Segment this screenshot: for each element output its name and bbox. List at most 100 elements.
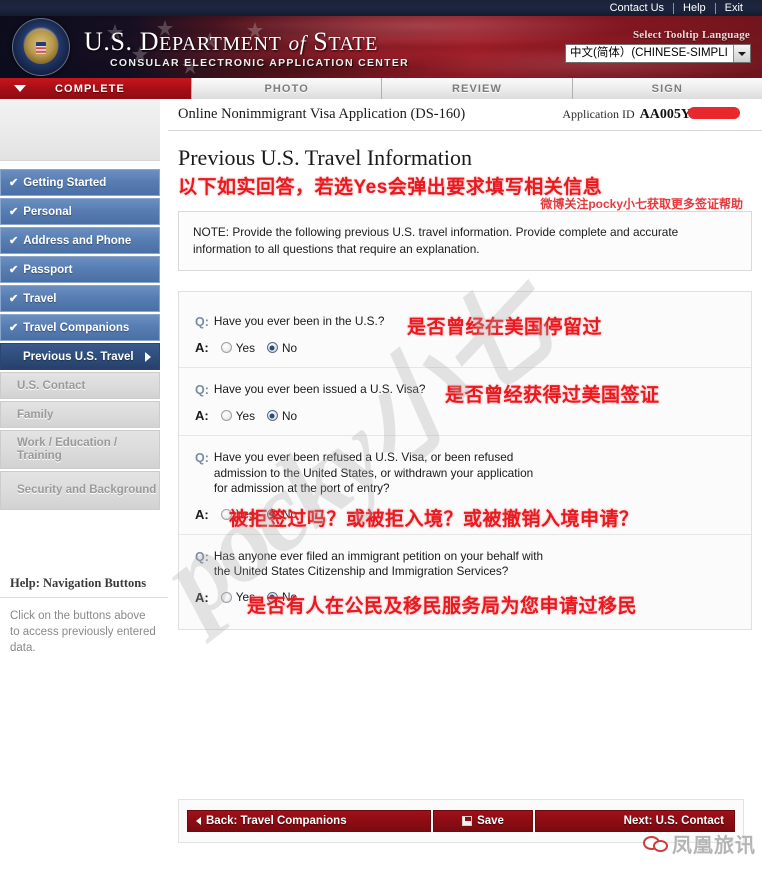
check-icon: ✔ — [9, 322, 19, 334]
state-department-seal-icon — [12, 18, 70, 76]
tab-label: PHOTO — [264, 82, 309, 95]
caret-down-icon — [14, 85, 26, 92]
arrow-left-icon — [196, 817, 201, 825]
sidebar-item-personal[interactable]: ✔ Personal — [0, 198, 160, 225]
page-title: Previous U.S. Travel Information — [178, 145, 472, 170]
department-title: U.S. DEPARTMENT of STATE — [84, 27, 379, 56]
sidebar-item-passport[interactable]: ✔ Passport — [0, 256, 160, 283]
sidebar-item-family[interactable]: Family — [0, 401, 160, 428]
check-icon: ✔ — [9, 293, 19, 305]
radio-group: Yes No — [220, 507, 309, 521]
floppy-disk-icon — [462, 816, 473, 826]
sidebar-item-security-and-background[interactable]: Security and Background — [0, 471, 160, 510]
sidebar-item-label: Getting Started — [23, 176, 107, 189]
language-selected-value: 中文(简体）(CHINESE-SIMPLI — [570, 47, 728, 59]
question-block-issued-visa: Q: Have you ever been issued a U.S. Visa… — [179, 367, 751, 435]
radio-no[interactable]: No — [266, 340, 298, 355]
tab-photo[interactable]: PHOTO — [192, 78, 383, 99]
contact-us-link[interactable]: Contact Us — [601, 0, 673, 16]
sidebar-item-label: Address and Phone — [23, 234, 132, 247]
tab-complete[interactable]: COMPLETE — [0, 78, 192, 99]
site-banner: U.S. DEPARTMENT of STATE CONSULAR ELECTR… — [0, 16, 762, 78]
chevron-right-icon — [145, 351, 151, 362]
radio-label: No — [281, 340, 298, 355]
radio-yes[interactable]: Yes — [220, 408, 255, 423]
radio-yes[interactable]: Yes — [220, 507, 255, 521]
radio-icon — [266, 342, 278, 353]
sidebar-item-us-contact[interactable]: U.S. Contact — [0, 372, 160, 399]
radio-no[interactable]: No — [266, 408, 298, 423]
body-area: ✔ Getting Started ✔ Personal ✔ Address a… — [0, 99, 762, 870]
help-text: Click on the buttons above to access pre… — [10, 610, 156, 654]
save-button[interactable]: Save — [433, 810, 533, 832]
back-button[interactable]: Back: Travel Companions — [187, 810, 431, 832]
help-block: Help: Navigation Buttons Click on the bu… — [0, 576, 168, 656]
radio-group: Yes No — [220, 590, 309, 604]
radio-yes[interactable]: Yes — [220, 590, 255, 604]
radio-label: Yes — [235, 340, 255, 355]
sidebar-item-address-and-phone[interactable]: ✔ Address and Phone — [0, 227, 160, 254]
sidebar-item-label: Travel Companions — [23, 321, 130, 334]
chinese-instruction-annotation: 以下如实回答，若选Yes会弹出要求填写相关信息 — [178, 177, 603, 198]
next-button[interactable]: Next: U.S. Contact — [535, 810, 735, 832]
question-block-been-in-us: Q: Have you ever been in the U.S.? A: Ye… — [179, 300, 751, 367]
bottom-strip — [0, 856, 762, 870]
answer-tag: A: — [195, 589, 209, 605]
tab-label: SIGN — [651, 82, 683, 95]
sidebar-item-label: Security and Background — [17, 484, 157, 496]
sidebar-item-work-education-training[interactable]: Work / Education / Training — [0, 430, 160, 469]
sidebar-item-label: Previous U.S. Travel — [23, 350, 134, 363]
radio-no[interactable]: No — [266, 507, 297, 521]
question-text: Have you ever been refused a U.S. Visa, … — [213, 450, 534, 495]
chevron-down-icon[interactable] — [733, 45, 750, 62]
redaction-bar — [688, 107, 740, 119]
application-id-block: Application ID AA005Y — [562, 106, 740, 123]
answer-row: A: Yes No — [195, 340, 751, 355]
sidebar-item-travel[interactable]: ✔ Travel — [0, 285, 160, 312]
radio-icon — [266, 591, 278, 603]
sidebar-item-label: Family — [17, 408, 54, 421]
sidebar-top-panel — [0, 99, 160, 161]
radio-icon — [220, 508, 232, 520]
radio-icon — [266, 508, 278, 520]
save-button-label: Save — [477, 815, 504, 827]
weibo-annotation: 微博关注pocky小七获取更多签证帮助 — [540, 197, 743, 211]
form-navigation-bar: Back: Travel Companions Save Next: U.S. … — [178, 799, 744, 843]
sidebar-item-travel-companions[interactable]: ✔ Travel Companions — [0, 314, 160, 341]
answer-tag: A: — [195, 340, 209, 355]
application-id-label: Application ID — [562, 107, 635, 121]
application-bar: Online Nonimmigrant Visa Application (DS… — [168, 99, 762, 131]
radio-no[interactable]: No — [266, 590, 297, 604]
note-text: NOTE: Provide the following previous U.S… — [193, 225, 679, 256]
sidebar-item-getting-started[interactable]: ✔ Getting Started — [0, 169, 160, 196]
sidebar-item-label: U.S. Contact — [17, 379, 86, 392]
radio-yes[interactable]: Yes — [220, 340, 255, 355]
check-icon: ✔ — [9, 177, 19, 189]
help-title: Help: Navigation Buttons — [0, 576, 168, 598]
sidebar-item-previous-us-travel[interactable]: Previous U.S. Travel — [0, 343, 160, 370]
question-tag: Q: — [195, 383, 209, 397]
radio-icon — [220, 591, 232, 603]
radio-label: Yes — [235, 507, 255, 521]
radio-icon — [220, 410, 232, 421]
tab-review[interactable]: REVIEW — [382, 78, 573, 99]
radio-icon — [266, 410, 278, 421]
tab-sign[interactable]: SIGN — [572, 78, 762, 99]
question-block-immigrant-petition: Q: Has anyone ever filed an immigrant pe… — [179, 533, 751, 617]
department-subtitle: CONSULAR ELECTRONIC APPLICATION CENTER — [110, 57, 410, 69]
sidebar: ✔ Getting Started ✔ Personal ✔ Address a… — [0, 99, 168, 870]
tab-label: REVIEW — [451, 82, 502, 95]
sidebar-item-label: Passport — [23, 263, 73, 276]
tooltip-language-select[interactable]: 中文(简体）(CHINESE-SIMPLI — [565, 44, 751, 63]
exit-link[interactable]: Exit — [716, 0, 752, 16]
check-icon: ✔ — [9, 235, 19, 247]
radio-label: No — [281, 408, 298, 423]
radio-label: Yes — [235, 590, 255, 604]
back-button-label: Back: Travel Companions — [206, 815, 347, 827]
sidebar-nav-list: ✔ Getting Started ✔ Personal ✔ Address a… — [0, 169, 160, 512]
language-label: Select Tooltip Language — [632, 29, 750, 41]
question-text: Have you ever been in the U.S.? — [213, 314, 385, 328]
answer-tag: A: — [195, 506, 209, 522]
help-link[interactable]: Help — [674, 0, 715, 16]
radio-label: Yes — [235, 408, 255, 423]
